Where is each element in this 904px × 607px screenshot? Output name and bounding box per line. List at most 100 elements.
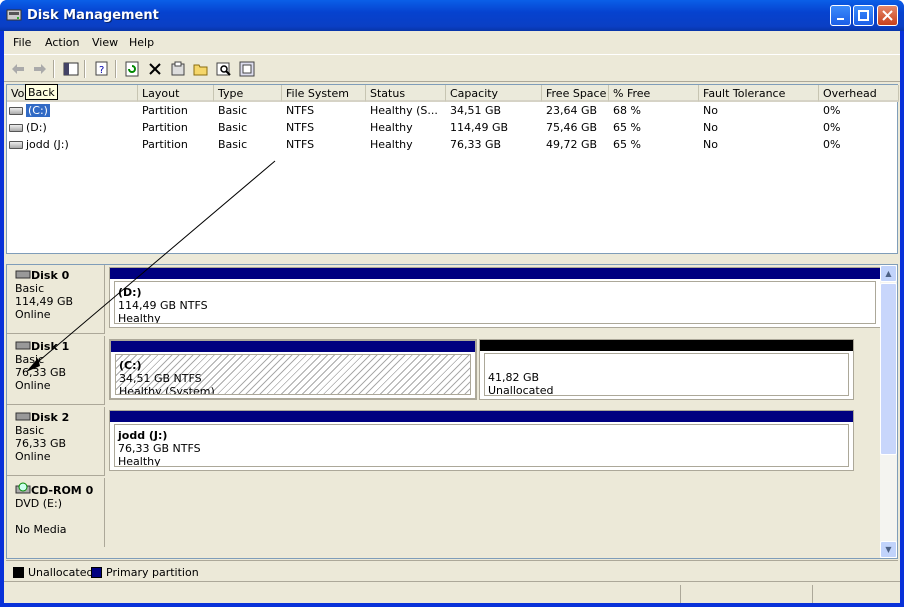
- menu-view[interactable]: View: [92, 36, 118, 49]
- vertical-scrollbar[interactable]: ▲ ▼: [880, 265, 897, 558]
- disk-label[interactable]: Disk 1 Basic 76,33 GB Online: [7, 336, 105, 405]
- partition-body: (C:) 34,51 GB NTFS Healthy (System): [115, 354, 471, 395]
- cell-fs: NTFS: [286, 104, 315, 117]
- partition-size: 76,33 GB NTFS: [118, 442, 201, 455]
- volume-name: (C:): [26, 104, 50, 117]
- partition-status: Healthy: [118, 312, 161, 324]
- partition-label: (C:): [119, 359, 142, 372]
- column-capacity[interactable]: Capacity: [446, 85, 542, 102]
- drive-icon: [9, 141, 23, 149]
- cell-capacity: 34,51 GB: [450, 104, 502, 117]
- column-type[interactable]: Type: [214, 85, 282, 102]
- cell-overhead: 0%: [823, 104, 841, 117]
- disk-row: CD-ROM 0 DVD (E:) No Media: [7, 478, 882, 548]
- cell-pct: 65 %: [613, 121, 641, 134]
- column-overhead[interactable]: Overhead: [819, 85, 899, 102]
- disk-size: 114,49 GB: [15, 295, 74, 308]
- disk-icon: [15, 341, 31, 350]
- open-icon[interactable]: [190, 59, 212, 79]
- partition-bar: [111, 341, 475, 352]
- partition-c[interactable]: (C:) 34,51 GB NTFS Healthy (System): [109, 339, 477, 400]
- maximize-button[interactable]: [853, 5, 874, 26]
- disk-state: Online: [15, 450, 51, 463]
- disk-type: DVD (E:): [15, 497, 63, 510]
- legend-primary: Primary partition: [106, 566, 199, 579]
- drive-icon: [9, 107, 23, 115]
- disk-state: Online: [15, 308, 51, 321]
- status-panel: [680, 585, 810, 603]
- column-status[interactable]: Status: [366, 85, 446, 102]
- column-file-system[interactable]: File System: [282, 85, 366, 102]
- cell-type: Basic: [218, 104, 248, 117]
- cell-fault: No: [703, 138, 718, 151]
- menu-bar: File Action View Help: [4, 31, 900, 53]
- export-icon[interactable]: [236, 59, 258, 79]
- legend-primary-swatch: [91, 567, 102, 578]
- disk-icon: [15, 412, 31, 421]
- refresh-icon[interactable]: [121, 59, 143, 79]
- pane-splitter[interactable]: [6, 254, 898, 264]
- status-panel: [812, 585, 900, 603]
- disk-label[interactable]: Disk 0 Basic 114,49 GB Online: [7, 265, 105, 334]
- close-button[interactable]: [877, 5, 898, 26]
- title-bar[interactable]: Disk Management: [0, 0, 904, 31]
- search-icon[interactable]: [213, 59, 235, 79]
- menu-file[interactable]: File: [13, 36, 31, 49]
- partition-body: 41,82 GB Unallocated: [484, 353, 849, 396]
- partition-bar: [480, 340, 853, 351]
- status-bar: [4, 581, 900, 603]
- disk-row: Disk 0 Basic 114,49 GB Online (D:) 114,4…: [7, 265, 882, 335]
- scroll-up-icon[interactable]: ▲: [880, 265, 897, 282]
- cell-layout: Partition: [142, 121, 188, 134]
- disk-name: Disk 0: [31, 269, 70, 282]
- cell-overhead: 0%: [823, 138, 841, 151]
- delete-icon[interactable]: [144, 59, 166, 79]
- legend-unallocated: Unallocated: [28, 566, 94, 579]
- partition-status: Unallocated: [488, 384, 554, 396]
- column-layout[interactable]: Layout: [138, 85, 214, 102]
- partition-size: 41,82 GB: [488, 371, 540, 384]
- table-row[interactable]: jodd (J:): [9, 138, 137, 154]
- cell-pct: 68 %: [613, 104, 641, 117]
- partition-j[interactable]: jodd (J:) 76,33 GB NTFS Healthy: [109, 410, 854, 471]
- partition-bar: [110, 411, 853, 422]
- minimize-button[interactable]: [830, 5, 851, 26]
- partition-label: jodd (J:): [118, 429, 168, 442]
- partition-body: jodd (J:) 76,33 GB NTFS Healthy: [114, 424, 849, 467]
- scroll-thumb[interactable]: [880, 283, 897, 455]
- column-free-space[interactable]: Free Space: [542, 85, 609, 102]
- disk-name: Disk 2: [31, 411, 70, 424]
- cell-free: 23,64 GB: [546, 104, 598, 117]
- help-icon[interactable]: [167, 59, 189, 79]
- volume-list: Volume Layout Type File System Status Ca…: [6, 84, 899, 254]
- column-percent-free[interactable]: % Free: [609, 85, 699, 102]
- forward-icon[interactable]: [29, 59, 51, 79]
- partition-d[interactable]: (D:) 114,49 GB NTFS Healthy: [109, 267, 881, 328]
- disk-state: No Media: [15, 523, 67, 536]
- cell-fault: No: [703, 104, 718, 117]
- toolbar: ?: [4, 54, 900, 82]
- toolbar-separator: [115, 60, 117, 78]
- properties-icon[interactable]: ?: [91, 59, 113, 79]
- drive-icon: [9, 124, 23, 132]
- cell-status: Healthy: [370, 121, 413, 134]
- disk-icon: [15, 270, 31, 279]
- back-icon[interactable]: [7, 59, 29, 79]
- cell-fs: NTFS: [286, 138, 315, 151]
- menu-help[interactable]: Help: [129, 36, 154, 49]
- cell-type: Basic: [218, 121, 248, 134]
- partition-label: (D:): [118, 286, 142, 299]
- partition-unallocated[interactable]: 41,82 GB Unallocated: [479, 339, 854, 400]
- toolbar-separator: [53, 60, 55, 78]
- scroll-down-icon[interactable]: ▼: [880, 541, 897, 558]
- cell-status: Healthy: [370, 138, 413, 151]
- column-fault-tolerance[interactable]: Fault Tolerance: [699, 85, 819, 102]
- menu-action[interactable]: Action: [45, 36, 79, 49]
- partition-size: 34,51 GB NTFS: [119, 372, 202, 385]
- table-row[interactable]: (C:): [9, 104, 137, 120]
- table-row[interactable]: (D:): [9, 121, 137, 137]
- disk-label[interactable]: CD-ROM 0 DVD (E:) No Media: [7, 478, 105, 547]
- console-tree-icon[interactable]: [60, 59, 82, 79]
- disk-label[interactable]: Disk 2 Basic 76,33 GB Online: [7, 407, 105, 476]
- disk-size: 76,33 GB: [15, 437, 67, 450]
